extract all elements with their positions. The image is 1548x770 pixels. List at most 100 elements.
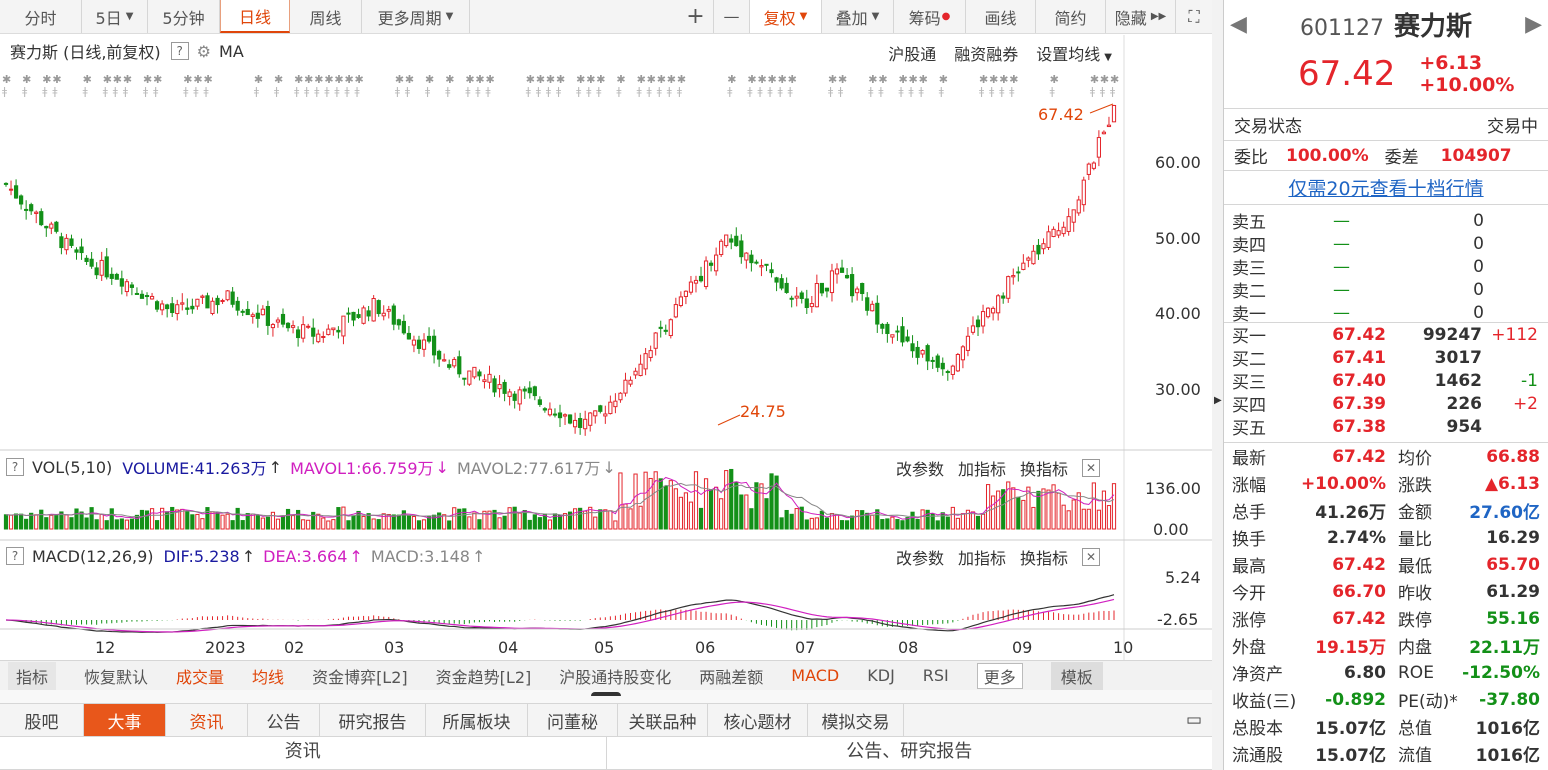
- candle-body: [678, 296, 683, 307]
- price-tick: 50.00: [1155, 229, 1201, 248]
- stat-label: 涨停: [1232, 611, 1266, 631]
- candle-body: [39, 211, 44, 226]
- zoom-in-button[interactable]: +: [678, 0, 714, 33]
- event-marker-icon: ǂ: [445, 85, 450, 98]
- candle-body: [326, 328, 331, 336]
- tab-daily[interactable]: 日线: [220, 0, 290, 33]
- candle-body: [306, 325, 311, 328]
- indicator-more[interactable]: 更多: [976, 662, 1023, 689]
- tab-weekly[interactable]: 周线: [290, 0, 362, 33]
- overlay-dropdown[interactable]: 叠加 ▼: [822, 0, 894, 33]
- tab-sim-trade[interactable]: 模拟交易: [808, 704, 904, 736]
- add-indicator-link[interactable]: 加指标: [958, 545, 1006, 569]
- tab-news[interactable]: 资讯: [166, 704, 248, 736]
- candle-body: [180, 302, 185, 305]
- volume-bar: [890, 516, 895, 530]
- candle-body: [59, 236, 64, 249]
- close-icon[interactable]: ✕: [1082, 548, 1101, 566]
- indicator-kdj[interactable]: KDJ: [867, 666, 895, 685]
- candle-body: [920, 350, 925, 355]
- more-periods-dropdown[interactable]: 更多周期 ▼: [362, 0, 470, 33]
- event-marker-icon: ǂ: [395, 85, 400, 98]
- indicator-template[interactable]: 模板: [1050, 661, 1103, 690]
- edit-params-link[interactable]: 改参数: [896, 456, 944, 480]
- candle-body: [1041, 243, 1046, 250]
- add-indicator-link[interactable]: 加指标: [958, 456, 1006, 480]
- volume-bar: [275, 518, 281, 530]
- tab-intraday[interactable]: 分时: [0, 0, 82, 33]
- tab-themes[interactable]: 核心题材: [708, 704, 808, 736]
- candle-body: [1071, 209, 1076, 223]
- tab-events[interactable]: 大事: [84, 704, 166, 736]
- indicator-ma[interactable]: 均线: [252, 664, 284, 688]
- tab-guba[interactable]: 股吧: [0, 704, 84, 736]
- simple-button[interactable]: 简约: [1036, 0, 1106, 33]
- prev-stock-icon[interactable]: ◀: [1230, 12, 1247, 37]
- minimize-icon[interactable]: ▭: [904, 704, 1212, 736]
- tab-related[interactable]: 关联品种: [618, 704, 708, 736]
- candle-body: [698, 275, 704, 282]
- tab-5day[interactable]: 5日 ▼: [82, 0, 148, 33]
- tab-research[interactable]: 研究报告: [320, 704, 426, 736]
- candle-body: [789, 297, 794, 300]
- hide-button[interactable]: 隐藏 ▶▶: [1106, 0, 1176, 33]
- adjust-dropdown[interactable]: 复权 ▼: [750, 0, 822, 33]
- help-icon[interactable]: ?: [6, 547, 24, 565]
- volume-bar: [331, 519, 336, 530]
- side-splitter[interactable]: ▶: [1212, 0, 1223, 770]
- tab-5min[interactable]: 5分钟: [148, 0, 220, 33]
- kline-chart-area[interactable]: 赛力斯 (日线,前复权) ? ⚙ MA 沪股通 融资融券 设置均线 ▼ ✱ ǂ ✱ ǂ ✱…: [0, 35, 1212, 660]
- volume-bar: [371, 518, 376, 530]
- indicator-macd[interactable]: MACD: [791, 666, 839, 685]
- ask-row: 卖一 —0: [1224, 301, 1548, 326]
- candle-body: [517, 389, 522, 405]
- tab-dongmi[interactable]: 问董秘: [528, 704, 618, 736]
- zoom-out-button[interactable]: —: [714, 0, 750, 33]
- stats-row: 涨停 67.42 跌停 55.16: [1224, 605, 1548, 632]
- candle-body: [749, 254, 754, 264]
- min-price-label: 24.75: [740, 402, 786, 421]
- indicator-fund-trend[interactable]: 资金趋势[L2]: [436, 664, 532, 688]
- candle-body: [1111, 104, 1117, 123]
- volume-bar: [44, 517, 49, 530]
- indicator-tab[interactable]: 指标: [8, 661, 57, 690]
- indicator-rsi[interactable]: RSI: [923, 666, 949, 685]
- macd-bars: [10, 609, 1115, 631]
- stat-label: 均价: [1398, 449, 1432, 469]
- indicator-fund-game[interactable]: 资金博弈[L2]: [312, 664, 408, 688]
- indicator-reset[interactable]: 恢复默认: [84, 664, 148, 688]
- fullscreen-icon[interactable]: ⛶: [1176, 0, 1212, 33]
- event-marker-icon: ǂ: [546, 85, 551, 98]
- level2-promo-link[interactable]: 仅需20元查看十档行情: [1288, 174, 1483, 201]
- candle-body: [648, 350, 653, 358]
- volume-bar: [834, 514, 840, 530]
- expand-arrow-icon[interactable]: ▶: [1214, 395, 1222, 406]
- close-icon[interactable]: ✕: [1082, 459, 1101, 477]
- volume-bar: [39, 509, 44, 530]
- draw-button[interactable]: 画线: [966, 0, 1036, 33]
- edit-params-link[interactable]: 改参数: [896, 545, 944, 569]
- help-icon[interactable]: ?: [6, 458, 24, 476]
- candle-body: [583, 418, 588, 430]
- indicator-volume[interactable]: 成交量: [176, 664, 224, 688]
- indicator-hgt[interactable]: 沪股通持股变化: [559, 664, 671, 688]
- event-marker-icon: ǂ: [677, 85, 682, 98]
- candle-body: [84, 257, 89, 262]
- tab-sector[interactable]: 所属板块: [426, 704, 528, 736]
- switch-indicator-link[interactable]: 换指标: [1020, 456, 1068, 480]
- event-marker-icon: ǂ: [42, 85, 47, 98]
- subtab-news[interactable]: 资讯: [0, 737, 607, 769]
- candle-body: [8, 188, 14, 191]
- ask-volume: 0: [1473, 233, 1484, 254]
- chips-button[interactable]: 筹码 ●: [894, 0, 966, 33]
- indicator-margin[interactable]: 两融差额: [699, 664, 763, 688]
- tab-notices[interactable]: 公告: [248, 704, 320, 736]
- candle-body: [930, 359, 935, 362]
- stock-code: 601127: [1300, 15, 1384, 41]
- volume-bar: [170, 506, 175, 530]
- next-stock-icon[interactable]: ▶: [1525, 12, 1542, 37]
- collapse-handle-icon[interactable]: [591, 692, 621, 700]
- splitter[interactable]: [0, 690, 1212, 703]
- switch-indicator-link[interactable]: 换指标: [1020, 545, 1068, 569]
- subtab-notices[interactable]: 公告、研究报告: [607, 737, 1213, 769]
